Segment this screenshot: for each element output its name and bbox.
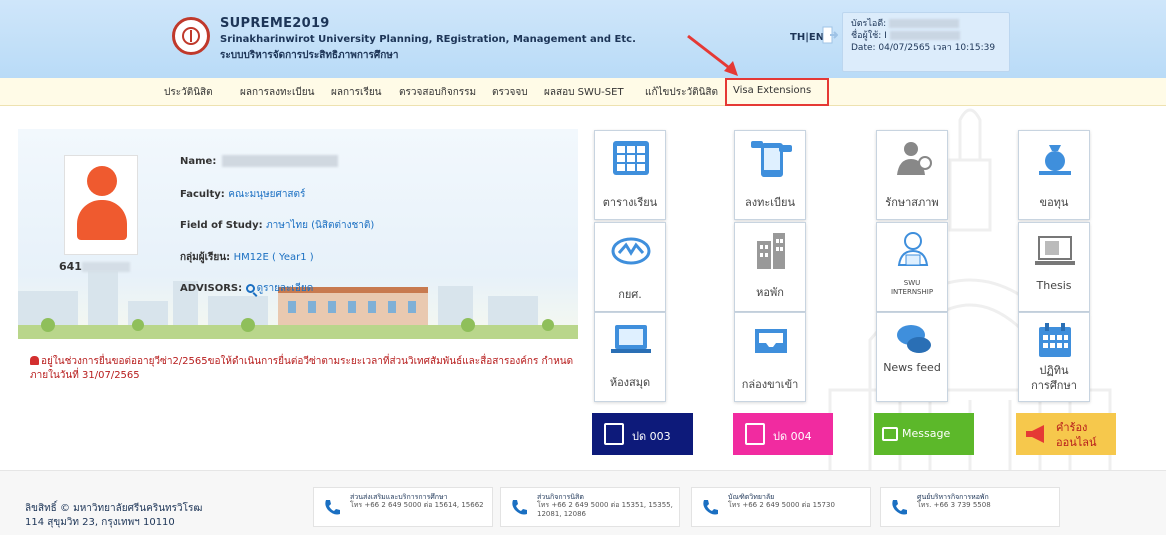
dormitory-building-icon [757, 233, 785, 269]
tile-dormitory[interactable]: หอพัก [734, 222, 806, 312]
menu-swu-set[interactable]: ผลสอบ SWU-SET [544, 85, 624, 100]
app-subtitle-en: Srinakharinwirot University Planning, RE… [220, 34, 636, 45]
profile-name-row: Name: [180, 155, 339, 167]
footer: ลิขสิทธิ์ © มหาวิทยาลัยศรีนครินทรวิโรฒ 1… [0, 470, 1166, 535]
scholarship-bag-icon [1039, 145, 1071, 175]
menu-edit-profile[interactable]: แก้ไขประวัตินิสิต [645, 85, 718, 100]
university-address: 114 สุขุมวิท 23, กรุงเทพฯ 10110 [25, 517, 175, 528]
document-icon [745, 423, 765, 445]
tile-library[interactable]: ห้องสมุด [594, 312, 666, 402]
phone-icon [325, 500, 340, 515]
learner-group-value: HM12E ( Year1 ) [233, 252, 314, 263]
bell-icon [30, 356, 39, 365]
online-request-button[interactable]: คำร้อง ออนไลน์ [1016, 413, 1116, 455]
profile-field-row: Field of Study: ภาษาไทย (นิสิตต่างชาติ) [180, 220, 375, 231]
language-switch: TH|EN [790, 32, 825, 43]
header-bar: SUPREME2019 Srinakharinwirot University … [0, 0, 1166, 78]
annotation-arrow-icon [687, 34, 738, 76]
lang-th-link[interactable]: TH [790, 32, 805, 43]
profile-group-row: กลุ่มผู้เรียน: HM12E ( Year1 ) [180, 252, 314, 263]
logout-icon[interactable] [822, 26, 838, 44]
calendar-icon [1039, 323, 1071, 357]
thesis-screen-icon [1035, 236, 1075, 265]
menu-graduation-check[interactable]: ตรวจจบ [492, 85, 528, 100]
phone-icon [892, 500, 907, 515]
search-icon [245, 283, 255, 293]
library-icon [611, 325, 651, 353]
field-of-study-value: ภาษาไทย (นิสิตต่างชาติ) [266, 220, 375, 231]
inbox-tray-icon [755, 329, 787, 353]
profile-advisors-row: ADVISORS: ดูรายละเอียด [180, 283, 314, 294]
menu-grades[interactable]: ผลการเรียน [331, 85, 382, 100]
menu-registration-results[interactable]: ผลการลงทะเบียน [240, 85, 314, 100]
tile-register[interactable]: ลงทะเบียน [734, 130, 806, 220]
tile-student-loan[interactable]: กยศ. [594, 222, 666, 312]
message-button[interactable]: Message [874, 413, 974, 455]
phone-icon [512, 500, 527, 515]
contact-card: ศูนย์บริหารกิจการหอพัก โทร. +66 3 739 55… [880, 487, 1060, 527]
student-id: 641 [59, 260, 130, 273]
message-icon [882, 427, 898, 441]
document-icon [604, 423, 624, 445]
contact-card: ส่วนกิจการนิสิต โทร +66 2 649 5000 ต่อ 1… [500, 487, 680, 527]
login-datetime: Date: 04/07/2565 เวลา 10:15:39 [851, 43, 996, 53]
loan-fund-icon [611, 237, 651, 265]
tile-thesis[interactable]: Thesis [1018, 222, 1090, 312]
timetable-icon [613, 141, 649, 175]
student-id-redacted [81, 262, 130, 272]
student-profile-card: 641 Name: Faculty: คณะมนุษยศาสตร์ Field … [18, 129, 578, 339]
megaphone-icon [1026, 425, 1044, 443]
student-avatar [64, 155, 138, 255]
pd004-button[interactable]: ปด 004 [733, 413, 833, 455]
faculty-value: คณะมนุษยศาสตร์ [228, 189, 306, 200]
menu-student-profile[interactable]: ประวัตินิสิต [164, 85, 213, 100]
advisors-details-link[interactable]: ดูรายละเอียด [245, 283, 313, 294]
student-name-redacted [222, 155, 339, 167]
pd003-button[interactable]: ปด 003 [592, 413, 693, 455]
tile-inbox[interactable]: กล่องขาเข้า [734, 312, 806, 402]
copyright-text: ลิขสิทธิ์ © มหาวิทยาลัยศรีนครินทรวิโรฒ [25, 503, 203, 514]
tile-maintain-status[interactable]: รักษาสภาพ [876, 130, 948, 220]
tile-academic-calendar[interactable]: ปฏิทิน การศึกษา [1018, 312, 1090, 402]
avatar-head-icon [87, 166, 117, 196]
tile-swu-internship[interactable]: SWU INTERNSHIP [876, 222, 948, 312]
contact-card: บัณฑิตวิทยาลัย โทร +66 2 649 5000 ต่อ 15… [691, 487, 871, 527]
app-title: SUPREME2019 [220, 16, 330, 31]
tile-scholarship[interactable]: ขอทุน [1018, 130, 1090, 220]
user-name-redacted [889, 31, 960, 40]
user-info-box: บัตรไอดี: ชื่อผู้ใช้: I Date: 04/07/2565… [842, 12, 1010, 72]
tile-news-feed[interactable]: News feed [876, 312, 948, 402]
contact-card: ส่วนส่งเสริมและบริการการศึกษา โทร +66 2 … [313, 487, 493, 527]
avatar-body-icon [77, 200, 127, 240]
maintain-status-icon [897, 142, 932, 175]
phone-icon [703, 500, 718, 515]
profile-faculty-row: Faculty: คณะมนุษยศาสตร์ [180, 189, 306, 200]
user-id-redacted [889, 19, 960, 28]
menu-activities[interactable]: ตรวจสอบกิจกรรม [399, 85, 476, 100]
visa-notice: อยู่ในช่วงการยื่นขอต่ออายุวีซ่า2/2565ขอใ… [30, 356, 574, 381]
register-phone-icon [751, 141, 792, 177]
tile-timetable[interactable]: ตารางเรียน [594, 130, 666, 220]
app-subtitle-th: ระบบบริหารจัดการประสิทธิภาพการศึกษา [220, 50, 399, 61]
news-chat-icon [897, 325, 931, 353]
university-logo [172, 17, 210, 55]
internship-person-icon [897, 232, 929, 266]
